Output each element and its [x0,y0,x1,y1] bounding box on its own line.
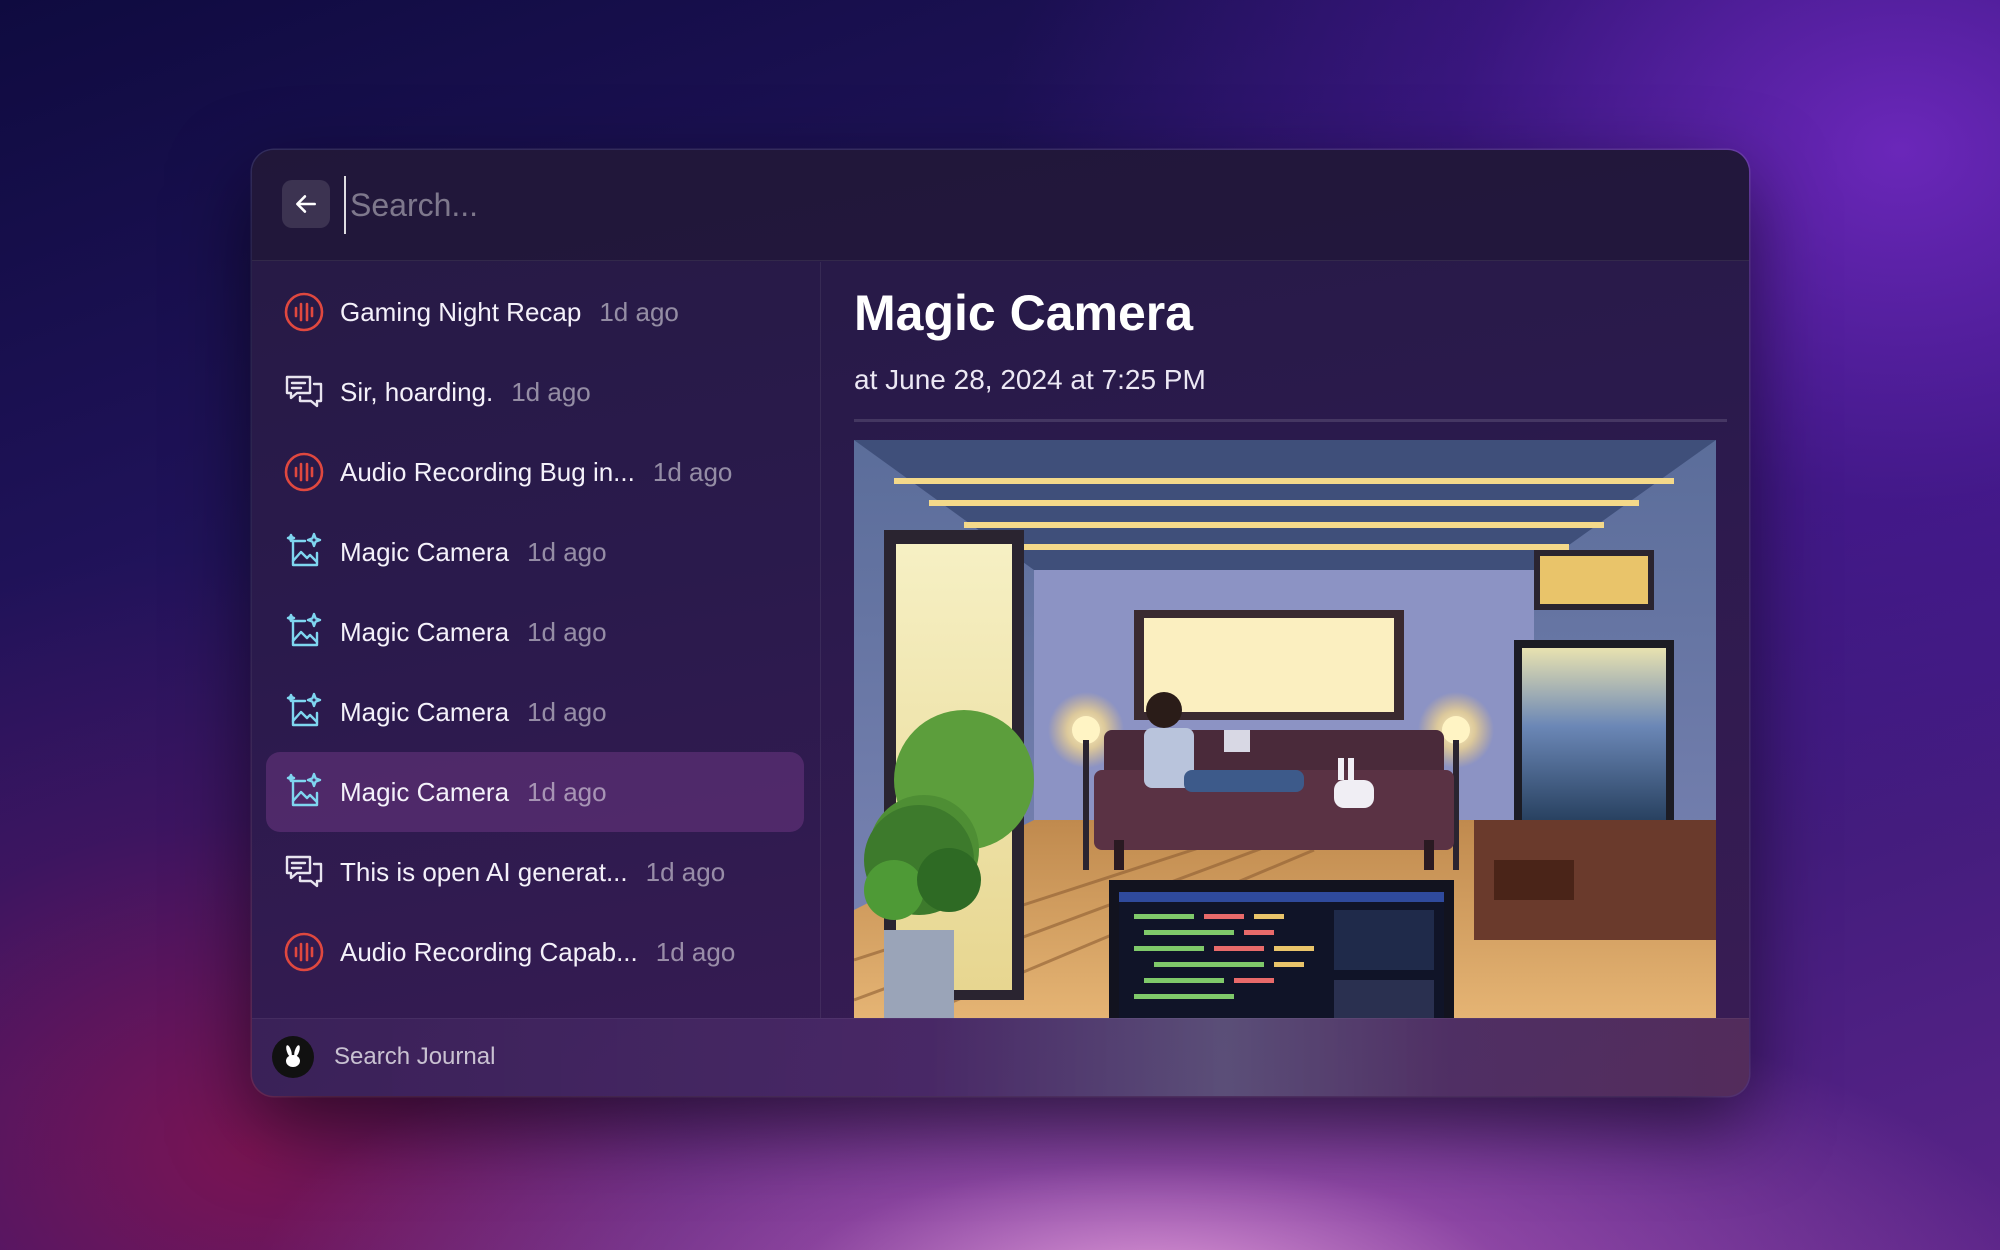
chat-bubbles-icon [282,850,326,894]
list-item-title: Audio Recording Capab... [340,936,638,967]
audio-recording-icon [282,290,326,334]
list-item-time: 1d ago [655,936,736,967]
list-item[interactable]: Magic Camera 1d ago [266,752,804,832]
list-item[interactable]: Gaming Night Recap 1d ago [266,272,804,352]
pixel-art-living-room-image [854,440,1716,1018]
audio-recording-icon [282,450,326,494]
generated-image [854,440,1716,1018]
back-button[interactable] [282,180,330,228]
detail-date: at June 28, 2024 at 7:25 PM [854,364,1206,395]
list-item[interactable]: Audio Recording Bug in... 1d ago [266,432,804,512]
list-item-time: 1d ago [527,696,607,727]
list-item[interactable]: This is open AI generat... 1d ago [266,832,804,912]
list-item[interactable]: Magic Camera 1d ago [266,672,804,752]
search-bar [252,150,1749,261]
list-item-title: Magic Camera [340,696,510,727]
list-item-title: Audio Recording Bug in... [340,456,635,487]
chat-bubbles-icon [282,370,326,414]
list-item[interactable]: Magic Camera 1d ago [266,592,804,672]
footer-label: Search Journal [334,1043,496,1070]
divider [854,419,1727,422]
list-item-time: 1d ago [527,536,607,567]
list-item-time: 1d ago [652,456,733,487]
list-item-time: 1d ago [599,296,679,327]
magic-image-icon [282,610,326,654]
list-item-time: 1d ago [511,376,591,407]
rabbit-logo-icon [272,1036,314,1078]
magic-image-icon [282,530,326,574]
footer-bar: Search Journal [252,1018,1749,1096]
list-item-title: Gaming Night Recap [340,296,582,327]
list-item-title: Sir, hoarding. [340,376,494,407]
detail-pane: Magic Camera at June 28, 2024 at 7:25 PM [822,262,1749,1018]
arrow-left-icon [296,195,316,213]
list-item[interactable]: Sir, hoarding. 1d ago [266,352,804,432]
detail-title: Magic Camera [854,285,1194,341]
list-item-time: 1d ago [527,616,607,647]
magic-image-icon [282,770,326,814]
list-item[interactable]: Audio Recording Capab... 1d ago [266,912,804,992]
list-item[interactable]: Magic Camera 1d ago [266,512,804,592]
list-item-title: Magic Camera [340,776,510,807]
list-item-time: 1d ago [527,776,607,807]
list-item-title: Magic Camera [340,536,510,567]
magic-image-icon [282,690,326,734]
list-item-title: Magic Camera [340,616,510,647]
list-item-title: This is open AI generat... [340,856,628,887]
audio-recording-icon [282,930,326,974]
results-list: Gaming Night Recap 1d ago Sir, hoarding. 1d… [252,262,821,1018]
search-input[interactable] [344,176,1702,234]
list-item-time: 1d ago [645,856,726,887]
launcher-window: Gaming Night Recap 1d ago Sir, hoarding. 1d… [252,150,1749,1096]
